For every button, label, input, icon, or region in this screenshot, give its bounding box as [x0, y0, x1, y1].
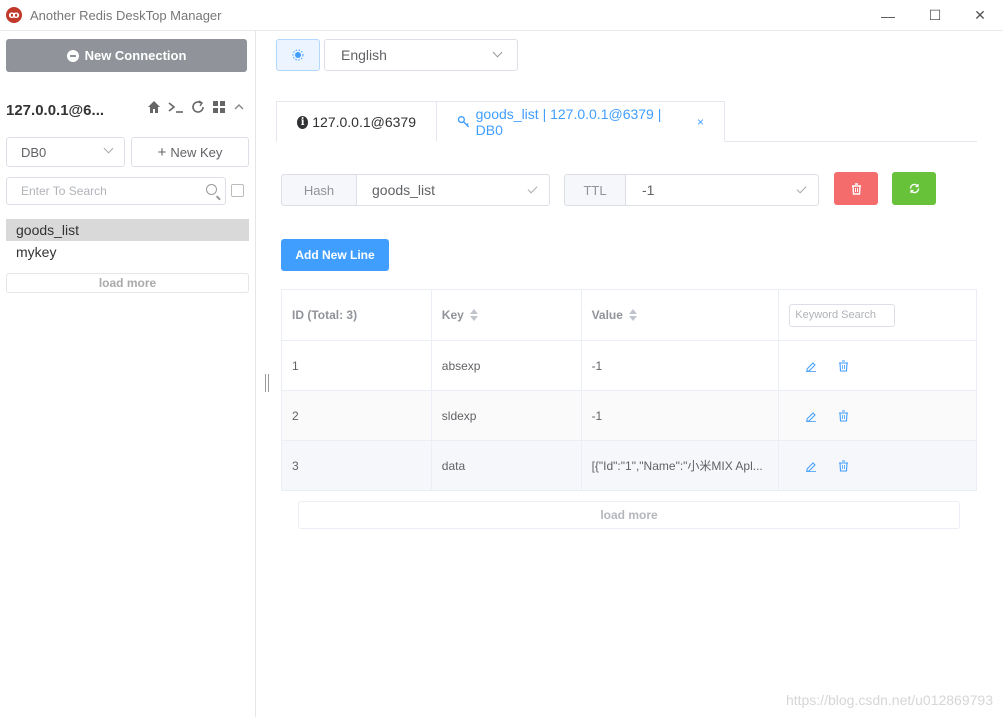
cell-key: absexp	[432, 341, 582, 390]
table-row: 2 sldexp -1	[282, 391, 977, 441]
key-search-input[interactable]: Enter To Search	[6, 177, 226, 205]
column-header-key[interactable]: Key	[432, 290, 582, 340]
connection-header[interactable]: 127.0.0.1@6...	[6, 99, 249, 121]
key-name-value: goods_list	[372, 182, 436, 198]
key-item-goods-list[interactable]: goods_list	[6, 219, 249, 241]
refresh-icon[interactable]	[191, 100, 205, 114]
title-bar: ꝏ Another Redis DeskTop Manager — ☐ ✕	[0, 0, 1003, 31]
tab-goods-list[interactable]: goods_list | 127.0.0.1@6379 | DB0 ×	[436, 101, 725, 142]
window-title: Another Redis DeskTop Manager	[30, 7, 222, 23]
db-select-value: DB0	[21, 144, 47, 160]
edit-icon[interactable]	[803, 358, 819, 374]
sidebar-load-more-button[interactable]: load more	[6, 273, 249, 293]
chevron-up-icon[interactable]	[233, 100, 245, 114]
new-connection-label: New Connection	[84, 48, 187, 63]
refresh-key-button[interactable]	[892, 172, 936, 205]
language-select[interactable]: English	[324, 39, 518, 71]
home-icon[interactable]	[147, 100, 161, 114]
close-tab-icon[interactable]: ×	[697, 115, 704, 129]
column-header-value[interactable]: Value	[582, 290, 780, 340]
check-icon[interactable]	[527, 183, 538, 194]
sun-icon	[292, 49, 304, 61]
cell-operations	[779, 391, 977, 440]
minus-circle-icon	[66, 49, 79, 62]
cell-value: -1	[582, 391, 780, 440]
search-icon[interactable]	[206, 184, 217, 195]
db-select[interactable]: DB0	[6, 137, 125, 167]
terminal-icon[interactable]	[168, 100, 184, 114]
resize-handle[interactable]	[265, 374, 269, 392]
ttl-value: -1	[642, 182, 655, 198]
new-key-label: New Key	[170, 144, 223, 160]
edit-icon[interactable]	[803, 458, 819, 474]
tab-server-info[interactable]: i 127.0.0.1@6379	[276, 101, 437, 142]
info-icon: i	[297, 115, 309, 129]
sidebar: New Connection 127.0.0.1@6... DB0 + New …	[0, 31, 256, 717]
table-load-more-button[interactable]: load more	[298, 501, 960, 529]
hash-table: ID (Total: 3) Key Value Keyword Search 1…	[281, 289, 977, 491]
trash-icon[interactable]	[835, 458, 851, 474]
watermark: https://blog.csdn.net/u012869793	[785, 692, 993, 708]
trash-icon[interactable]	[835, 408, 851, 424]
cell-key: data	[432, 441, 582, 490]
close-window-button[interactable]: ✕	[957, 0, 1003, 31]
keyword-search-input[interactable]: Keyword Search	[789, 303, 896, 327]
tab-server-label: 127.0.0.1@6379	[312, 114, 416, 130]
trash-icon	[851, 182, 861, 195]
key-type-label: Hash	[281, 174, 357, 206]
redis-logo-icon: ꝏ	[6, 7, 22, 23]
edit-icon[interactable]	[803, 408, 819, 424]
ttl-label: TTL	[564, 174, 626, 206]
sort-icon[interactable]	[628, 309, 637, 321]
cell-id: 1	[282, 341, 432, 390]
connection-name: 127.0.0.1@6...	[6, 101, 105, 119]
minimize-button[interactable]: —	[865, 0, 911, 31]
new-connection-button[interactable]: New Connection	[6, 39, 247, 72]
sort-icon[interactable]	[469, 309, 478, 321]
keyword-search-placeholder: Keyword Search	[795, 309, 876, 321]
key-icon	[457, 115, 470, 127]
cell-id: 2	[282, 391, 432, 440]
column-header-id-label: ID (Total: 3)	[292, 308, 358, 322]
table-row: 3 data [{"Id":"1","Name":"小米MIX Apl...	[282, 441, 977, 491]
column-header-search: Keyword Search	[779, 290, 977, 340]
language-value: English	[341, 47, 387, 63]
new-key-button[interactable]: + New Key	[131, 137, 249, 167]
key-list: goods_list mykey	[6, 219, 249, 263]
key-search-placeholder: Enter To Search	[21, 184, 107, 198]
key-name-input[interactable]: goods_list	[356, 174, 550, 206]
cell-operations	[779, 341, 977, 390]
dark-mode-toggle[interactable]	[276, 39, 320, 71]
cell-id: 3	[282, 441, 432, 490]
exact-search-checkbox[interactable]	[231, 184, 244, 197]
tab-goods-list-label: goods_list | 127.0.0.1@6379 | DB0	[475, 105, 662, 138]
table-header: ID (Total: 3) Key Value Keyword Search	[282, 290, 977, 341]
chevron-down-icon	[103, 143, 114, 154]
plus-icon: +	[157, 143, 167, 161]
cell-value: -1	[582, 341, 780, 390]
check-icon[interactable]	[796, 183, 807, 194]
cell-operations	[779, 441, 977, 490]
tab-bar: i 127.0.0.1@6379 goods_list | 127.0.0.1@…	[276, 101, 977, 142]
ttl-input[interactable]: -1	[625, 174, 819, 206]
key-item-mykey[interactable]: mykey	[6, 241, 249, 263]
column-header-key-label: Key	[441, 308, 464, 322]
cell-value: [{"Id":"1","Name":"小米MIX Apl...	[582, 441, 780, 490]
refresh-icon	[909, 183, 919, 194]
column-header-id: ID (Total: 3)	[282, 290, 432, 340]
column-header-value-label: Value	[591, 308, 623, 322]
add-new-line-button[interactable]: Add New Line	[281, 239, 389, 271]
table-row: 1 absexp -1	[282, 341, 977, 391]
delete-key-button[interactable]	[834, 172, 878, 205]
grid-icon[interactable]	[212, 100, 226, 114]
trash-icon[interactable]	[835, 358, 851, 374]
chevron-down-icon	[492, 47, 503, 58]
maximize-button[interactable]: ☐	[912, 0, 958, 31]
cell-key: sldexp	[432, 391, 582, 440]
